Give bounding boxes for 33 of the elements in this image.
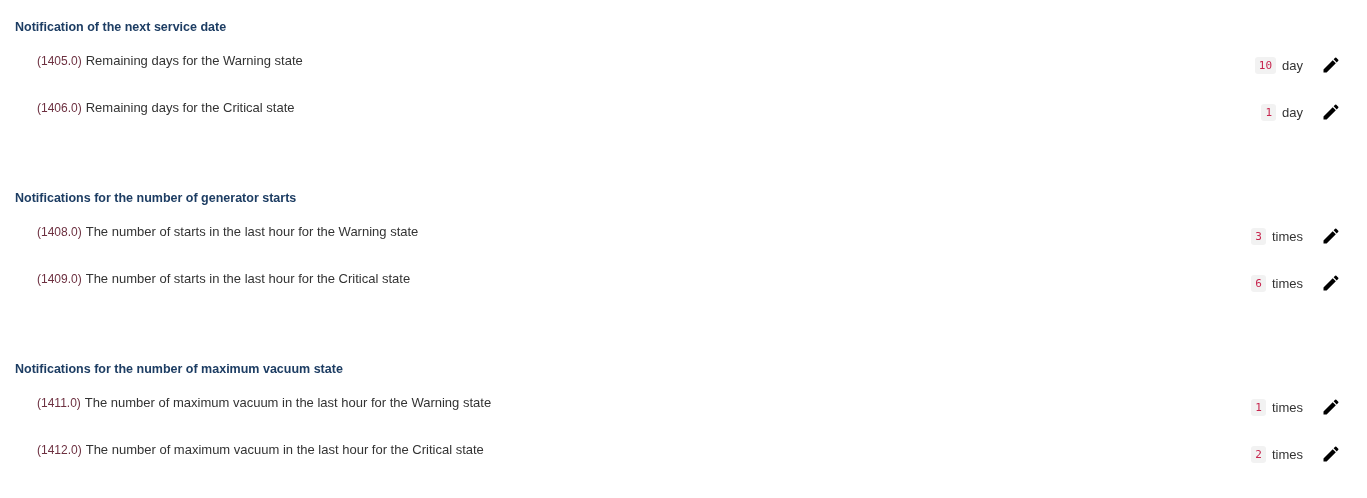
parameter-code: (1406.0) [37, 101, 82, 115]
edit-pencil-icon[interactable] [1321, 273, 1341, 293]
section-heading: Notifications for the number of maximum vacuum state [15, 362, 344, 376]
parameter-code: (1408.0) [37, 225, 82, 239]
edit-pencil-icon[interactable] [1321, 226, 1341, 246]
unit-label: times [1271, 399, 1303, 415]
parameter-code: (1409.0) [37, 272, 82, 286]
parameter-code: (1412.0) [37, 443, 82, 457]
parameter-code: (1405.0) [37, 54, 82, 68]
value-badge: 3 [1251, 227, 1266, 245]
unit-label: times [1271, 446, 1303, 462]
unit-label: day [1282, 104, 1303, 120]
unit-label: times [1271, 228, 1303, 244]
parameter-code: (1411.0) [37, 396, 81, 410]
setting-label: The number of maximum vacuum in the last hour for the Critical state [85, 442, 484, 457]
setting-label: The number of maximum vacuum in the last hour for the Warning state [84, 395, 492, 410]
setting-label: Remaining days for the Warning state [85, 53, 303, 68]
section-heading: Notification of the next service date [15, 20, 228, 34]
setting-label: The number of starts in the last hour for the Warning state [85, 224, 419, 239]
value-badge: 2 [1251, 445, 1266, 463]
section-heading: Notifications for the number of generator starts [15, 191, 298, 205]
edit-pencil-icon[interactable] [1321, 397, 1341, 417]
unit-label: times [1271, 275, 1303, 291]
unit-label: day [1282, 57, 1303, 73]
setting-label: Remaining days for the Critical state [85, 100, 295, 115]
setting-label: The number of starts in the last hour for the Critical state [85, 271, 411, 286]
value-badge: 1 [1261, 103, 1277, 121]
value-badge: 1 [1251, 398, 1266, 416]
edit-pencil-icon[interactable] [1321, 55, 1341, 75]
edit-pencil-icon[interactable] [1321, 102, 1341, 122]
edit-pencil-icon[interactable] [1321, 444, 1341, 464]
value-badge: 10 [1254, 56, 1277, 74]
value-badge: 6 [1251, 274, 1266, 292]
